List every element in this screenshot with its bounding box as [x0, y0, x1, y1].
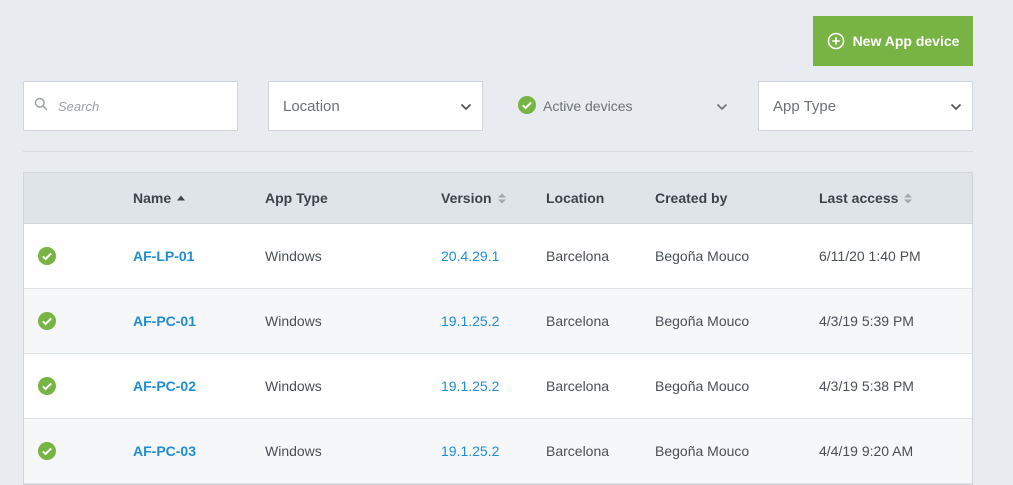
last-access-value: 4/4/19 9:20 AM — [819, 443, 914, 459]
app-type-select-label: App Type — [773, 97, 837, 115]
column-header-app-type-label: App Type — [265, 190, 328, 206]
sort-ascending-icon — [177, 195, 186, 201]
column-header-last-access[interactable]: Last access — [819, 173, 913, 223]
check-circle-icon — [518, 95, 536, 117]
created-by-value: Begoña Mouco — [655, 443, 750, 459]
active-devices-label: Active devices — [543, 98, 633, 114]
created-by-value: Begoña Mouco — [655, 248, 750, 264]
filter-divider — [23, 151, 973, 152]
version-link[interactable]: 19.1.25.2 — [441, 313, 499, 329]
location-value: Barcelona — [546, 248, 610, 264]
last-access-value: 4/3/19 5:38 PM — [819, 378, 914, 394]
search-box[interactable] — [23, 81, 238, 131]
last-access-value: 6/11/20 1:40 PM — [819, 248, 921, 264]
devices-table: Name App Type Version Location Created b… — [23, 172, 973, 485]
column-header-version-label: Version — [441, 190, 492, 206]
device-name-link[interactable]: AF-LP-01 — [133, 248, 194, 264]
table-row[interactable]: AF-LP-01 Windows 20.4.29.1 Barcelona Beg… — [24, 224, 972, 289]
sort-icon — [904, 193, 913, 204]
version-link[interactable]: 20.4.29.1 — [441, 248, 499, 264]
status-active-icon — [38, 419, 56, 483]
plus-circle-icon — [827, 32, 845, 50]
app-type-value: Windows — [265, 248, 322, 264]
table-row[interactable]: AF-PC-03 Windows 19.1.25.2 Barcelona Beg… — [24, 419, 972, 484]
location-value: Barcelona — [546, 443, 610, 459]
app-type-value: Windows — [265, 443, 322, 459]
new-app-device-label: New App device — [852, 33, 960, 49]
chevron-down-icon — [950, 98, 962, 115]
column-header-version[interactable]: Version — [441, 173, 506, 223]
app-type-value: Windows — [265, 313, 322, 329]
location-select-label: Location — [283, 97, 340, 115]
device-name-link[interactable]: AF-PC-02 — [133, 378, 196, 394]
table-header: Name App Type Version Location Created b… — [24, 173, 972, 224]
device-name-link[interactable]: AF-PC-01 — [133, 313, 196, 329]
column-header-app-type: App Type — [265, 173, 328, 223]
status-active-icon — [38, 224, 56, 288]
chevron-down-icon — [716, 98, 728, 114]
active-devices-filter[interactable]: Active devices — [518, 81, 728, 131]
version-link[interactable]: 19.1.25.2 — [441, 378, 499, 394]
sort-icon — [497, 193, 506, 204]
status-active-icon — [38, 289, 56, 353]
table-row[interactable]: AF-PC-02 Windows 19.1.25.2 Barcelona Beg… — [24, 354, 972, 419]
table-row[interactable]: AF-PC-01 Windows 19.1.25.2 Barcelona Beg… — [24, 289, 972, 354]
column-header-last-access-label: Last access — [819, 190, 899, 206]
column-header-location-label: Location — [546, 190, 605, 206]
app-type-select[interactable]: App Type — [758, 81, 973, 131]
search-input[interactable] — [56, 97, 220, 115]
device-name-link[interactable]: AF-PC-03 — [133, 443, 196, 459]
location-select[interactable]: Location — [268, 81, 483, 131]
version-link[interactable]: 19.1.25.2 — [441, 443, 499, 459]
location-value: Barcelona — [546, 378, 610, 394]
column-header-location: Location — [546, 173, 604, 223]
column-header-created-by-label: Created by — [655, 190, 728, 206]
column-header-name[interactable]: Name — [133, 173, 186, 223]
last-access-value: 4/3/19 5:39 PM — [819, 313, 914, 329]
column-header-created-by: Created by — [655, 173, 727, 223]
app-type-value: Windows — [265, 378, 322, 394]
new-app-device-button[interactable]: New App device — [813, 16, 973, 66]
column-header-name-label: Name — [133, 190, 172, 206]
chevron-down-icon — [460, 98, 472, 115]
status-active-icon — [38, 354, 56, 418]
location-value: Barcelona — [546, 313, 610, 329]
created-by-value: Begoña Mouco — [655, 313, 750, 329]
search-icon — [34, 97, 48, 116]
created-by-value: Begoña Mouco — [655, 378, 750, 394]
